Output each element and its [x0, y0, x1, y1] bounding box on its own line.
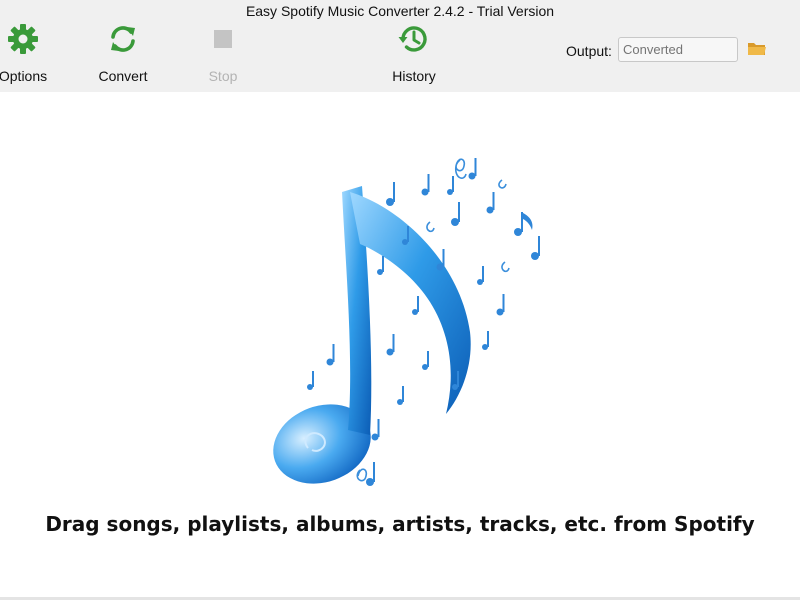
history-icon: [398, 26, 427, 52]
refresh-icon: [111, 26, 135, 52]
drop-hint-text: Drag songs, playlists, albums, artists, …: [45, 512, 755, 536]
options-label: Options: [0, 68, 48, 84]
options-button[interactable]: Options: [0, 22, 58, 86]
stop-icon: [214, 30, 232, 48]
stop-button[interactable]: Stop: [188, 22, 258, 86]
history-button[interactable]: History: [379, 22, 449, 86]
window-title: Easy Spotify Music Converter 2.4.2 - Tri…: [245, 3, 555, 19]
drop-area[interactable]: Drag songs, playlists, albums, artists, …: [0, 92, 800, 598]
output-folder-input[interactable]: [618, 37, 738, 62]
toolbar: Easy Spotify Music Converter 2.4.2 - Tri…: [0, 0, 800, 92]
convert-label: Convert: [98, 68, 148, 84]
history-label: History: [392, 68, 436, 84]
folder-icon[interactable]: [746, 38, 768, 60]
convert-button[interactable]: Convert: [88, 22, 158, 86]
stop-label: Stop: [208, 68, 238, 84]
gear-icon: [8, 24, 38, 54]
music-note-art: [273, 158, 540, 486]
output-label: Output:: [566, 43, 612, 59]
